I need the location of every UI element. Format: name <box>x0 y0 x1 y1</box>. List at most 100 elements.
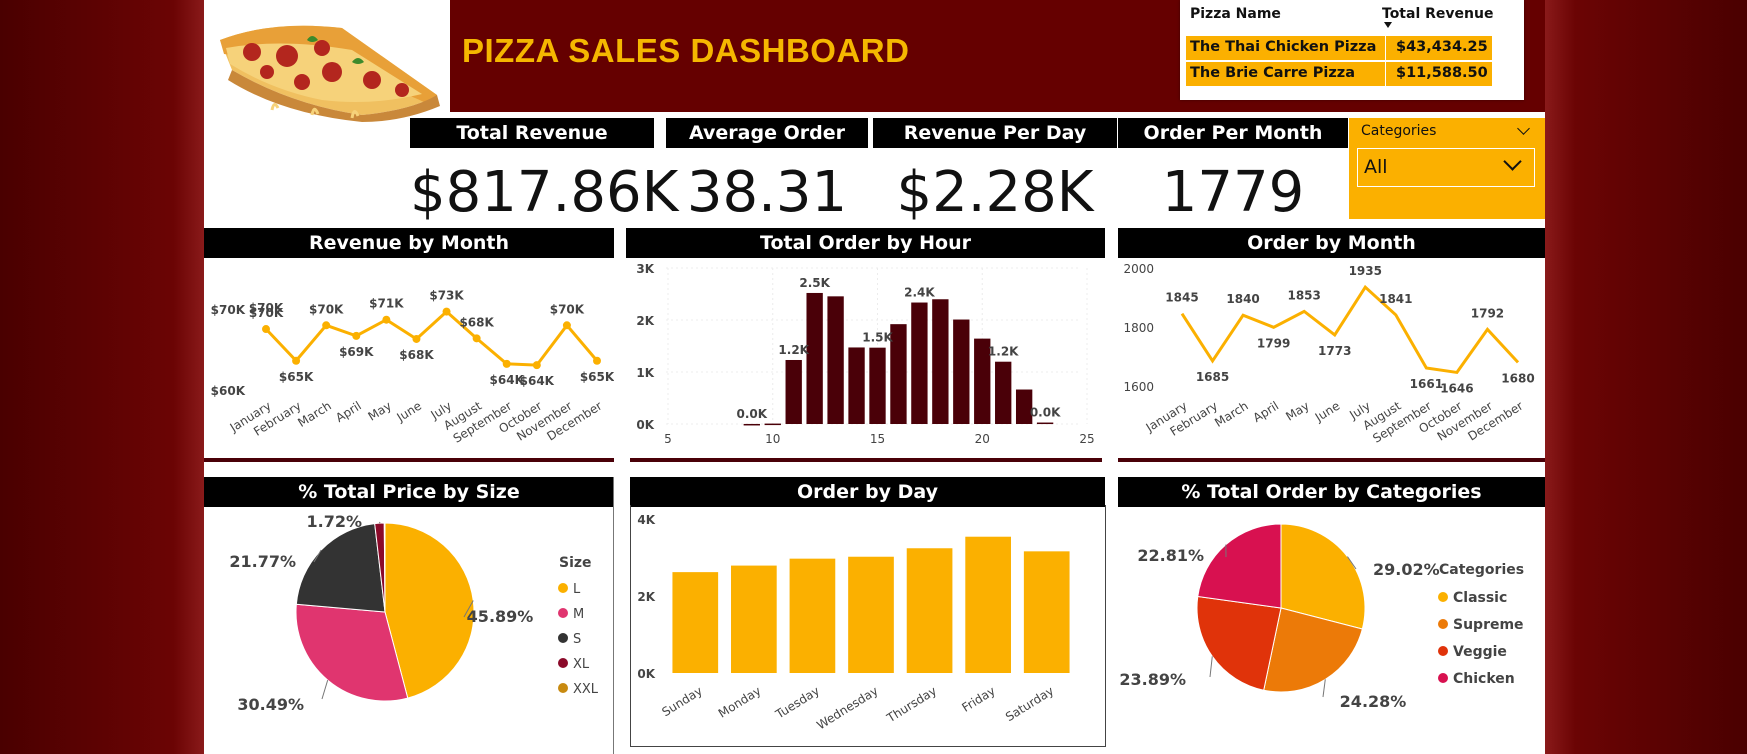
data-label: $68K <box>459 315 494 329</box>
page-title: PIZZA SALES DASHBOARD <box>462 32 910 69</box>
left-background <box>0 0 204 754</box>
y-tick-label: 4K <box>637 513 655 527</box>
data-label: 1646 <box>1440 381 1473 395</box>
data-label: 1661 <box>1410 377 1443 391</box>
data-label: 1935 <box>1349 264 1382 278</box>
data-label: $71K <box>369 297 404 311</box>
right-background <box>1545 0 1747 754</box>
panel-divider <box>204 458 614 462</box>
x-tick-label: 25 <box>1079 432 1094 446</box>
bar <box>672 572 719 673</box>
categories-select[interactable]: All <box>1357 148 1535 187</box>
x-tick-label: Tuesday <box>772 684 822 722</box>
legend-marker <box>558 633 568 643</box>
panel-divider <box>630 458 1102 462</box>
bar <box>911 302 928 424</box>
data-label: 1.5K <box>862 331 893 345</box>
data-label: 1845 <box>1165 291 1198 305</box>
y-tick-label: $70K <box>211 303 246 317</box>
filter-collapse-icon[interactable] <box>1517 122 1530 135</box>
data-point <box>472 334 481 343</box>
table-header-total-revenue[interactable]: Total Revenue <box>1382 6 1493 22</box>
x-tick-label: March <box>1212 399 1250 430</box>
data-point <box>322 321 331 330</box>
panel-title-order-by-day: Order by Day <box>630 477 1105 507</box>
categories-filter: Categories All <box>1349 118 1545 219</box>
y-tick-label: 2K <box>637 590 655 604</box>
data-label: 1685 <box>1196 370 1229 384</box>
data-label: $68K <box>399 348 434 362</box>
data-point <box>292 356 301 365</box>
bar <box>932 299 949 424</box>
x-tick-label: May <box>1283 399 1311 424</box>
y-tick-label: 0K <box>637 667 655 681</box>
data-point <box>532 361 541 370</box>
x-tick-label: April <box>333 399 364 425</box>
slice-label: 1.72% <box>306 512 362 531</box>
kpi-order-per-month: Order Per Month 1779 <box>1118 118 1348 225</box>
y-tick-label: $60K <box>211 384 246 398</box>
bar <box>731 565 777 673</box>
data-label: $70K <box>249 301 284 315</box>
panel-title-price-by-size: % Total Price by Size <box>204 477 614 507</box>
legend-marker <box>558 583 568 593</box>
legend-marker <box>1438 592 1448 602</box>
data-point <box>562 321 571 330</box>
bar <box>848 347 865 424</box>
panel-title-order-by-month: Order by Month <box>1118 228 1545 258</box>
bar <box>743 423 760 426</box>
x-tick-label: June <box>394 399 424 425</box>
chevron-down-icon <box>1503 152 1522 171</box>
x-tick-label: 20 <box>975 432 990 446</box>
data-point <box>502 359 511 368</box>
bar <box>965 536 1011 673</box>
data-label: $69K <box>339 345 374 359</box>
legend-label: Supreme <box>1453 617 1524 633</box>
price-by-size-chart: 45.89% 30.49% 21.77% 1.72% Size LMS XL XXL <box>229 512 599 714</box>
bar <box>953 319 970 424</box>
kpi-value: 38.31 <box>686 160 848 225</box>
x-tick-label: Friday <box>959 684 997 715</box>
pizza-slice-image <box>212 10 448 122</box>
data-label: 2.4K <box>904 286 935 300</box>
table-row[interactable]: The Brie Carre Pizza $11,588.50 <box>1186 62 1492 86</box>
data-label: 0.0K <box>1030 406 1061 420</box>
bar <box>827 296 844 424</box>
order-by-day-chart: 4K 2K 0K Sunday Monday TuesdayWednesday Thursd… <box>637 513 1070 732</box>
y-tick-label: 2K <box>636 314 654 328</box>
kpi-label: Order Per Month <box>1118 118 1348 148</box>
sort-desc-icon[interactable] <box>1384 22 1392 28</box>
table-header-pizza-name[interactable]: Pizza Name <box>1190 6 1281 22</box>
data-point <box>442 307 451 316</box>
panel-divider <box>1118 458 1545 462</box>
data-label: 1.2K <box>778 343 809 357</box>
order-by-hour-chart: 3K 2K 1K 0K 5 10 15 20 25 0.0K 1.2K 2.5K 1.5K 2.4K 1.2… <box>636 262 1094 446</box>
filter-label: Categories <box>1361 123 1437 139</box>
y-tick-label: 1K <box>636 366 654 380</box>
legend-marker <box>558 608 568 618</box>
pie-slice <box>1197 523 1282 609</box>
x-tick-label: Sunday <box>659 684 705 720</box>
panel-title-revenue-by-month: Revenue by Month <box>204 228 614 258</box>
leader-line <box>1209 656 1213 678</box>
y-tick-label: 1800 <box>1123 321 1154 335</box>
table-row[interactable]: The Thai Chicken Pizza $43,434.25 <box>1186 36 1492 60</box>
kpi-label: Total Revenue <box>410 118 654 148</box>
top-pizza-table: Pizza Name Total Revenue The Thai Chicke… <box>1180 0 1524 100</box>
kpi-value: 1779 <box>1161 160 1305 225</box>
data-point <box>412 334 421 343</box>
x-tick-label: Thursday <box>884 684 940 726</box>
legend-label: XXL <box>573 682 599 697</box>
legend-label: XL <box>573 657 590 672</box>
x-tick-label: March <box>295 399 333 430</box>
legend-label: Veggie <box>1453 644 1507 660</box>
bar <box>869 347 886 424</box>
data-label: $65K <box>580 370 614 384</box>
data-label: 1680 <box>1501 371 1534 385</box>
bar <box>1023 551 1070 673</box>
x-tick-label: Monday <box>716 684 764 721</box>
data-point <box>593 356 601 365</box>
data-label: $73K <box>429 289 464 303</box>
data-label: $70K <box>550 302 585 316</box>
data-point <box>352 331 361 340</box>
